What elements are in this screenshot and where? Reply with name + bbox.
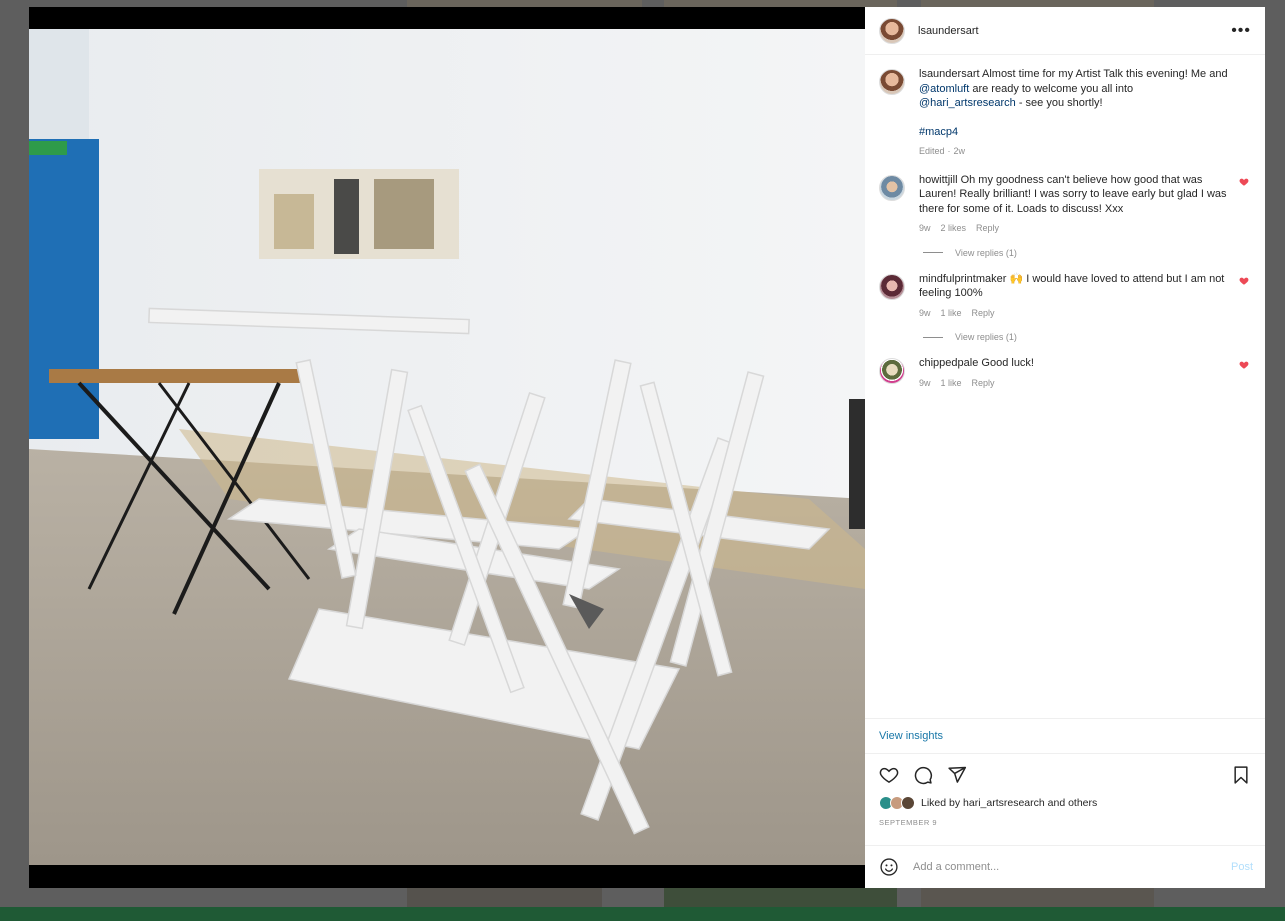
avatar: [901, 796, 915, 810]
comment-age: 9w: [919, 307, 931, 318]
post-modal: lsaundersart ••• lsaundersart Almost tim…: [29, 7, 1265, 888]
caption-age: 2w: [953, 146, 966, 156]
comment-likes[interactable]: 1 like: [941, 376, 962, 391]
comment-likes[interactable]: 2 likes: [941, 221, 967, 236]
liked-heart-icon[interactable]: [1239, 276, 1249, 286]
add-comment-bar: Post: [865, 845, 1265, 888]
bookmark-icon[interactable]: [1231, 765, 1251, 785]
comment-text: Good luck!: [981, 357, 1034, 369]
comment: howittjill Oh my goodness can't believe …: [879, 173, 1251, 236]
view-replies-button[interactable]: View replies (1): [923, 332, 1251, 342]
avatar[interactable]: [879, 17, 905, 44]
post-header: lsaundersart •••: [865, 7, 1265, 55]
post-photo: [29, 29, 865, 865]
comment: mindfulprintmaker 🙌 I would have loved t…: [879, 272, 1251, 321]
comments-list: lsaundersart Almost time for my Artist T…: [865, 55, 1265, 718]
background-tile: [407, 888, 602, 907]
background-tile: [921, 0, 1154, 7]
comment-text: Oh my goodness can't believe how good th…: [919, 173, 1227, 215]
comment-input[interactable]: [911, 860, 1231, 874]
avatar[interactable]: [879, 273, 905, 300]
reply-button[interactable]: Reply: [972, 306, 995, 321]
caption-text: lsaundersart Almost time for my Artist T…: [919, 67, 1229, 111]
background-tile: [407, 0, 642, 7]
view-replies-label: View replies (1): [955, 332, 1017, 342]
header-username[interactable]: lsaundersart: [918, 25, 979, 37]
liked-heart-icon[interactable]: [1239, 360, 1249, 370]
mention-link[interactable]: @atomluft: [919, 83, 969, 95]
comment-age: 9w: [919, 223, 931, 233]
hashtag-link[interactable]: #macp4: [919, 126, 958, 138]
post-media[interactable]: [29, 7, 865, 888]
comment: chippedpale Good luck! 9w 1 like Reply: [879, 356, 1251, 390]
liked-by-avatars: [879, 796, 915, 810]
share-icon[interactable]: [947, 765, 967, 785]
post-comment-button[interactable]: Post: [1231, 861, 1253, 873]
insights-bar: View insights: [865, 718, 1265, 753]
comment-icon[interactable]: [913, 765, 933, 785]
liked-by[interactable]: Liked by hari_artsresearch and others: [879, 796, 1251, 810]
background-tile: [664, 0, 897, 7]
view-replies-label: View replies (1): [955, 247, 1017, 258]
more-options-icon[interactable]: •••: [1231, 22, 1251, 39]
reply-button[interactable]: Reply: [972, 376, 995, 391]
caption-text-part: are ready to welcome you all into: [969, 82, 1134, 95]
comment-username[interactable]: chippedpale: [919, 357, 978, 369]
background-tile: [921, 888, 1154, 907]
avatar[interactable]: [879, 69, 905, 95]
view-replies-button[interactable]: View replies (1): [923, 248, 1251, 258]
mention-link[interactable]: @hari_artsresearch: [919, 97, 1016, 109]
avatar[interactable]: [879, 174, 905, 201]
background-tile: [664, 888, 897, 907]
avatar[interactable]: [879, 358, 905, 384]
caption-text-part: Almost time for my Artist Talk this even…: [982, 68, 1228, 80]
post-sidebar: lsaundersart ••• lsaundersart Almost tim…: [865, 7, 1265, 888]
comment-username[interactable]: howittjill: [919, 174, 958, 186]
replies-line: [923, 252, 943, 253]
emoji-icon[interactable]: [879, 857, 899, 877]
comment-username[interactable]: mindfulprintmaker: [919, 273, 1006, 285]
edited-label: Edited: [919, 146, 945, 156]
reply-button[interactable]: Reply: [976, 221, 999, 236]
replies-line: [923, 336, 943, 338]
liked-heart-icon[interactable]: [1239, 177, 1249, 187]
liked-by-text[interactable]: Liked by hari_artsresearch and others: [921, 797, 1097, 809]
backdrop-strip: [0, 907, 1285, 921]
post-date: SEPTEMBER 9: [879, 818, 938, 827]
caption: lsaundersart Almost time for my Artist T…: [879, 67, 1251, 159]
comment-likes[interactable]: 1 like: [941, 306, 962, 321]
comment-age: 9w: [919, 377, 931, 388]
heart-icon[interactable]: [879, 765, 899, 785]
post-actions: Liked by hari_artsresearch and others SE…: [865, 753, 1265, 845]
separator: ·: [947, 146, 951, 156]
view-insights-link[interactable]: View insights: [879, 730, 943, 742]
caption-text-part: - see you shortly!: [1015, 97, 1103, 109]
caption-username[interactable]: lsaundersart: [919, 68, 980, 80]
